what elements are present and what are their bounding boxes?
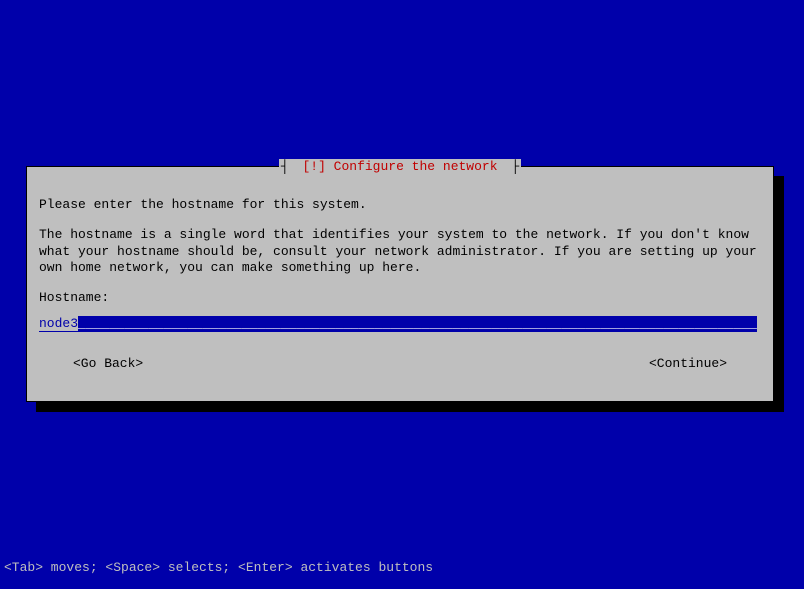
intro-text: Please enter the hostname for this syste… — [39, 197, 761, 213]
title-left-tee: ┤ — [279, 159, 299, 174]
help-bar: <Tab> moves; <Space> selects; <Enter> ac… — [4, 560, 433, 575]
dialog-title: [!] Configure the network — [298, 159, 501, 174]
title-right-tee: ├ — [502, 159, 522, 174]
go-back-button[interactable]: <Go Back> — [73, 356, 143, 372]
dialog-buttons: <Go Back> <Continue> — [39, 356, 761, 372]
hostname-value: node3 — [39, 316, 78, 331]
hostname-input[interactable]: node3___________________________________… — [39, 316, 757, 332]
input-fill: ________________________________________… — [78, 316, 757, 331]
dialog-content: Please enter the hostname for this syste… — [27, 167, 773, 385]
continue-button[interactable]: <Continue> — [649, 356, 727, 372]
configure-network-dialog: ┤ [!] Configure the network ├ Please ent… — [26, 166, 774, 402]
dialog-title-row: ┤ [!] Configure the network ├ — [27, 159, 773, 174]
body-text: The hostname is a single word that ident… — [39, 227, 761, 276]
hostname-label: Hostname: — [39, 290, 761, 306]
